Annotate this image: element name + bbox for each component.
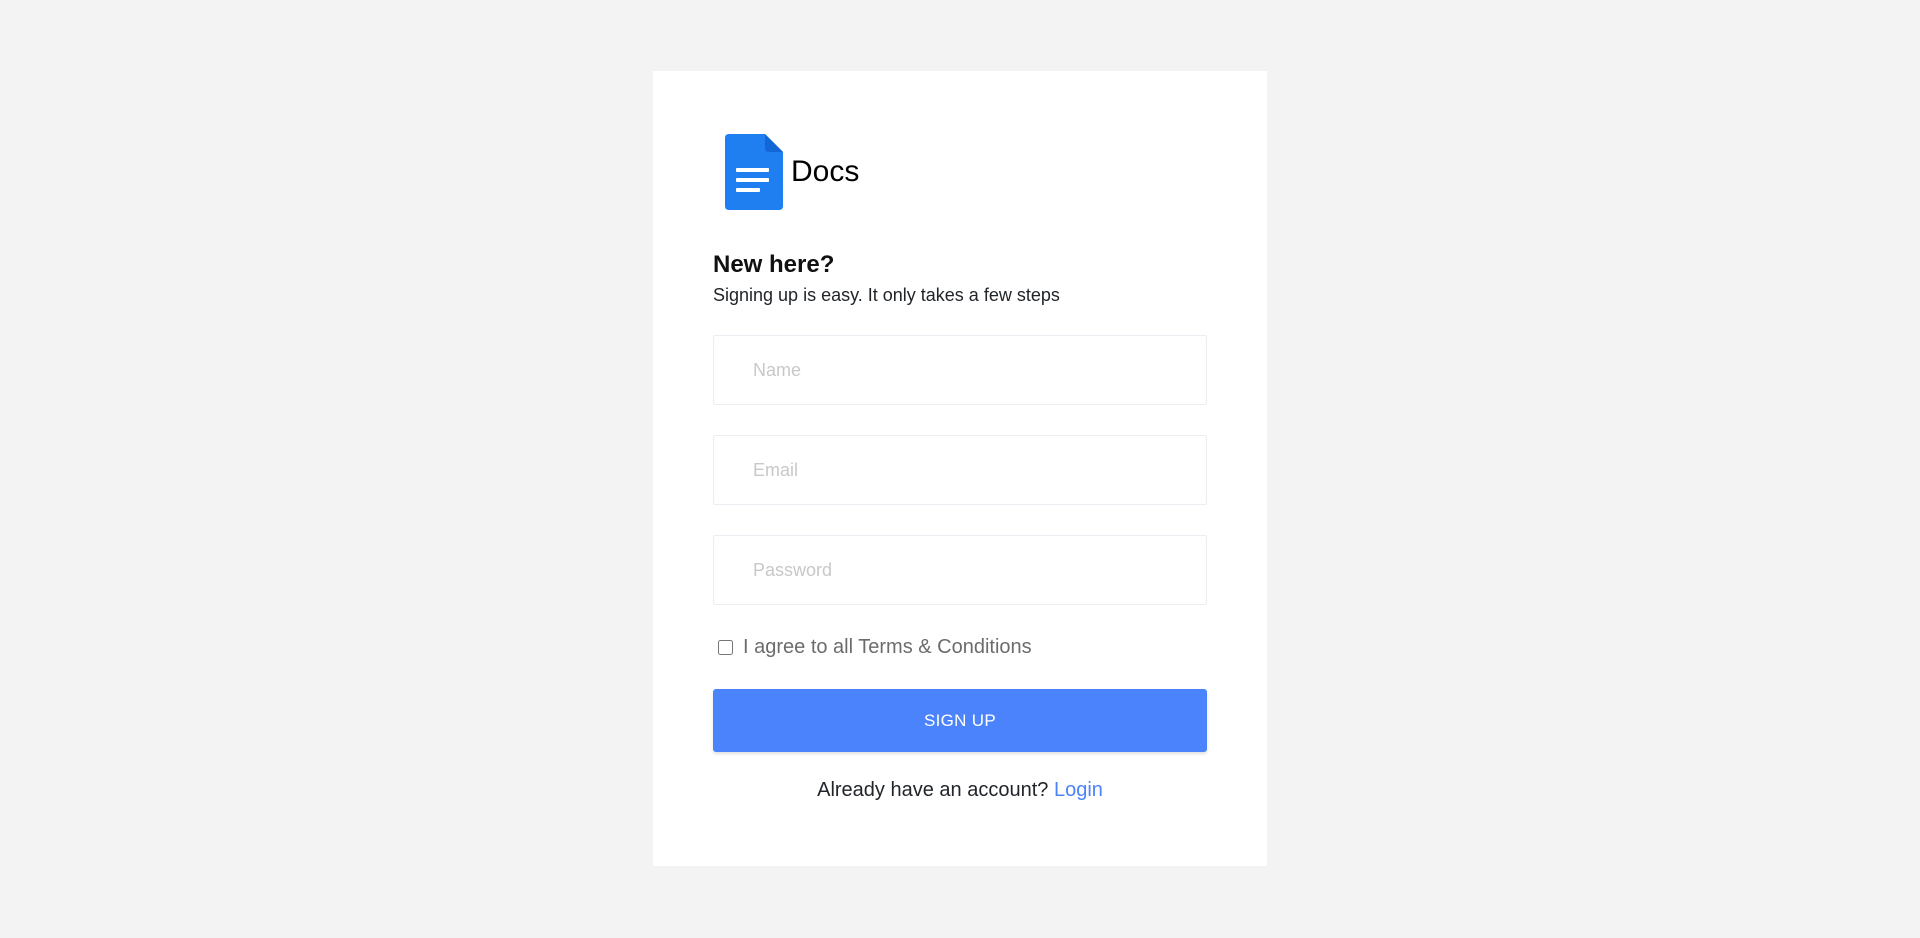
terms-row: I agree to all Terms & Conditions [718,632,1032,662]
login-link[interactable]: Login [1054,779,1103,801]
page-subheading: Signing up is easy. It only takes a few … [713,285,1060,305]
login-prompt-row: Already have an account? Login [653,779,1267,802]
signup-button[interactable]: SIGN UP [713,689,1207,752]
brand-logo: Docs [725,134,859,210]
signup-card: Docs New here? Signing up is easy. It on… [653,71,1267,866]
name-field[interactable] [713,335,1207,405]
login-prompt-text: Already have an account? [817,779,1049,801]
terms-checkbox[interactable] [718,639,733,655]
page-heading: New here? [713,251,835,278]
terms-label[interactable]: I agree to all Terms & Conditions [743,636,1032,659]
brand-name: Docs [791,155,860,188]
email-field[interactable] [713,435,1207,505]
document-icon [725,134,783,210]
password-field[interactable] [713,535,1207,605]
